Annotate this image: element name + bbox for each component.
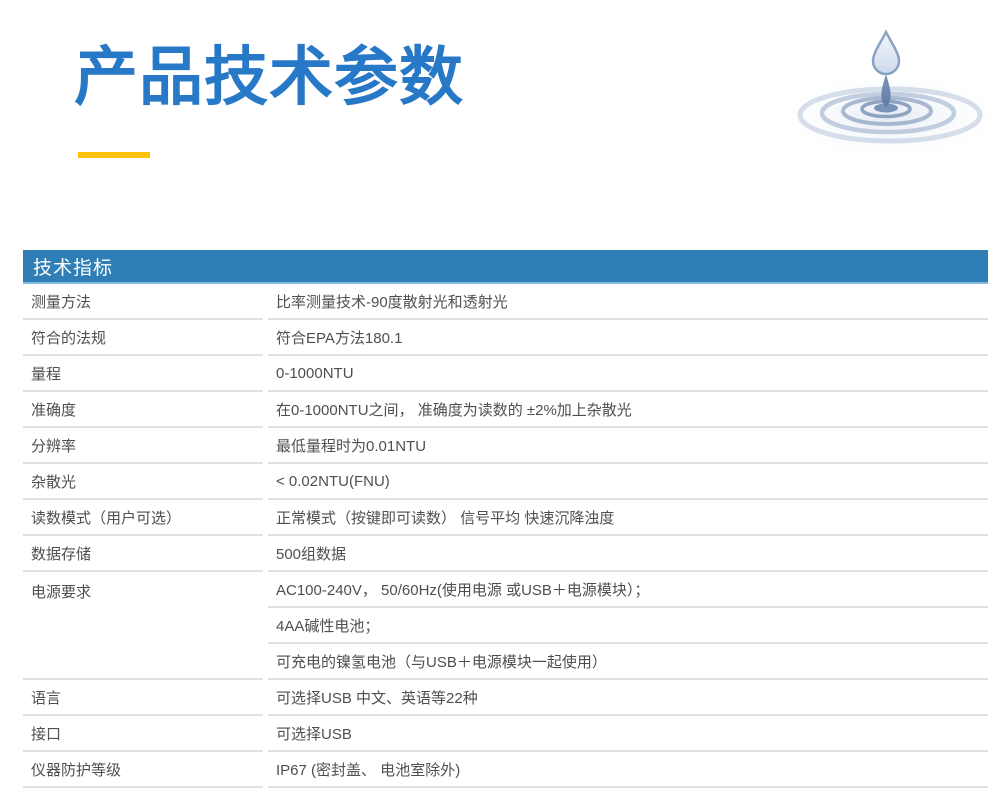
row-label: 接口 [23,716,263,752]
row-label: 符合的法规 [23,320,263,356]
spec-table-body: 测量方法比率测量技术-90度散射光和透射光符合的法规符合EPA方法180.1量程… [23,284,988,788]
table-row: 量程0-1000NTU [23,356,988,392]
table-row: 数据存储500组数据 [23,536,988,572]
table-row: 准确度在0-1000NTU之间， 准确度为读数的 ±2%加上杂散光 [23,392,988,428]
row-value: 比率测量技术-90度散射光和透射光 [268,284,988,320]
table-row: 电源要求AC100-240V， 50/60Hz(使用电源 或USB＋电源模块）；… [23,572,988,680]
row-label: 分辨率 [23,428,263,464]
row-value: 4AA碱性电池； [268,608,988,644]
row-value: 可选择USB [268,716,988,752]
row-value: 可充电的镍氢电池（与USB＋电源模块一起使用） [268,644,988,680]
row-label: 电源要求 [23,572,263,680]
row-value: 在0-1000NTU之间， 准确度为读数的 ±2%加上杂散光 [268,392,988,428]
table-row: 接口可选择USB [23,716,988,752]
row-value: 符合EPA方法180.1 [268,320,988,356]
table-row: 测量方法比率测量技术-90度散射光和透射光 [23,284,988,320]
row-value: 最低量程时为0.01NTU [268,428,988,464]
row-label: 准确度 [23,392,263,428]
table-row: 仪器防护等级IP67 (密封盖、 电池室除外) [23,752,988,788]
spec-table: 技术指标 测量方法比率测量技术-90度散射光和透射光符合的法规符合EPA方法18… [23,250,988,788]
product-spec-page: 产品技术参数 [0,0,1004,810]
title-underline-accent [78,152,150,158]
table-row: 杂散光< 0.02NTU(FNU) [23,464,988,500]
row-value-group: AC100-240V， 50/60Hz(使用电源 或USB＋电源模块）；4AA碱… [268,572,988,680]
table-row: 读数模式（用户可选）正常模式（按键即可读数） 信号平均 快速沉降浊度 [23,500,988,536]
row-value: < 0.02NTU(FNU) [268,464,988,500]
row-label: 读数模式（用户可选） [23,500,263,536]
row-label: 数据存储 [23,536,263,572]
row-label: 杂散光 [23,464,263,500]
table-row: 语言可选择USB 中文、英语等22种 [23,680,988,716]
row-label: 量程 [23,356,263,392]
row-value: 正常模式（按键即可读数） 信号平均 快速沉降浊度 [268,500,988,536]
row-value: AC100-240V， 50/60Hz(使用电源 或USB＋电源模块）； [268,572,988,608]
row-label: 测量方法 [23,284,263,320]
table-row: 分辨率最低量程时为0.01NTU [23,428,988,464]
table-header: 技术指标 [23,250,988,284]
water-droplet-image [788,16,1000,164]
row-value: 可选择USB 中文、英语等22种 [268,680,988,716]
water-droplet-ripple-icon [788,16,1000,164]
row-label: 语言 [23,680,263,716]
table-row: 符合的法规符合EPA方法180.1 [23,320,988,356]
row-label: 仪器防护等级 [23,752,263,788]
row-value: 500组数据 [268,536,988,572]
row-value: IP67 (密封盖、 电池室除外) [268,752,988,788]
row-value: 0-1000NTU [268,356,988,392]
page-title: 产品技术参数 [74,42,464,112]
